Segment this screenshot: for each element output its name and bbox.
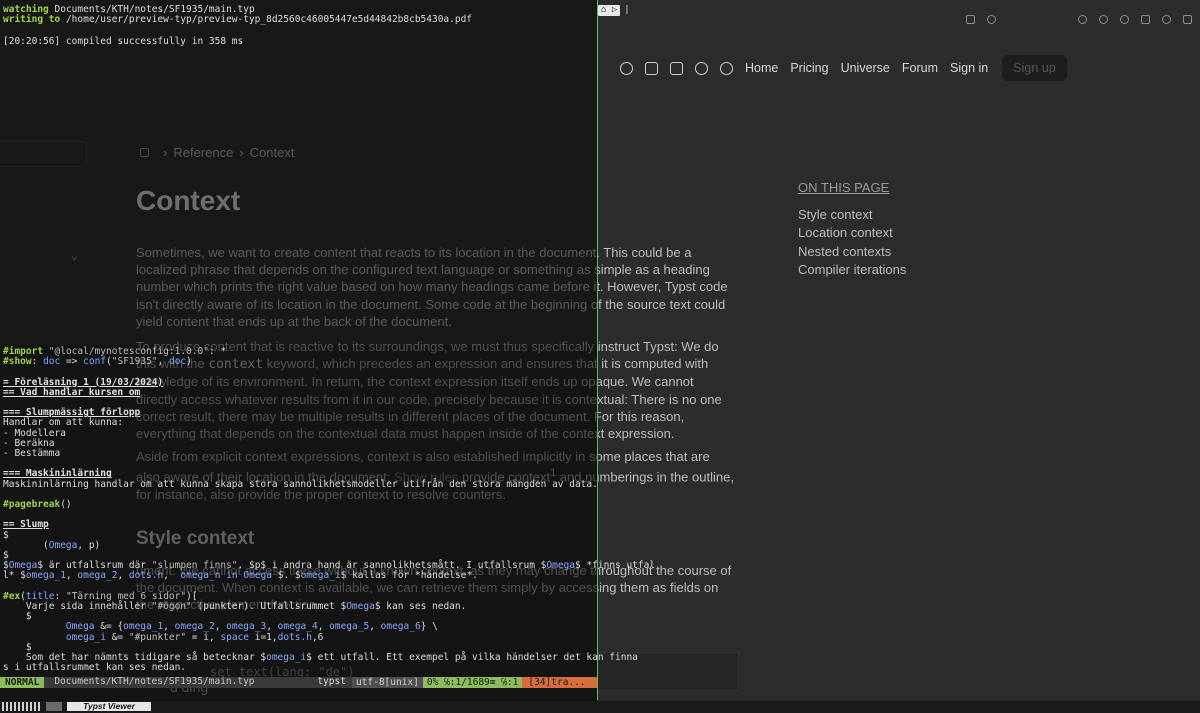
editor-line[interactable]: - Bestämma: [3, 448, 60, 459]
toc-item-style-context[interactable]: Style context: [798, 207, 906, 222]
editor-line[interactable]: Maskininlärning handlar om att kunna ska…: [3, 479, 598, 490]
toc-item-location-context[interactable]: Location context: [798, 225, 906, 240]
window-bar: Typst Viewer: [0, 701, 1200, 713]
pane-divider[interactable]: [597, 0, 598, 700]
editor-line[interactable]: s i utfallsrummet kan ses nedan.: [3, 662, 186, 673]
fediverse-icon[interactable]: [720, 61, 733, 75]
status-line: NORMAL Documents/KTH/notes/SF1935/main.t…: [0, 677, 597, 688]
write-line: writing to /home/user/preview-typ/previe…: [3, 14, 473, 25]
trailing-whitespace-warning: [34]tra...: [522, 677, 597, 688]
settings-icon[interactable]: [1162, 15, 1171, 24]
preview-pane-tabbar: ⌂ ▷ |: [598, 5, 630, 16]
toc-item-compiler-iterations[interactable]: Compiler iterations: [798, 262, 906, 277]
nav-pricing[interactable]: Pricing: [790, 61, 828, 75]
menu-icon[interactable]: [1183, 15, 1192, 24]
cursor-position: 0% ℅:1/1689≡ ℅:1: [422, 677, 523, 688]
nav-universe[interactable]: Universe: [841, 61, 890, 75]
file-path: Documents/KTH/notes/SF1935/main.typ: [54, 676, 255, 688]
toc-heading: ON THIS PAGE: [798, 180, 890, 195]
mode-indicator: NORMAL: [0, 677, 45, 688]
shield-icon[interactable]: [1078, 15, 1087, 24]
mastodon-icon[interactable]: [670, 61, 683, 75]
discord-icon[interactable]: [645, 61, 658, 75]
nav-forum[interactable]: Forum: [902, 61, 938, 75]
sign-up-button[interactable]: Sign up: [1002, 55, 1067, 81]
workspace-indicator-2[interactable]: [46, 702, 62, 711]
editor-line[interactable]: (Omega, p): [3, 540, 100, 551]
reader-icon[interactable]: [966, 15, 975, 24]
github-icon[interactable]: [620, 61, 633, 75]
account-icon[interactable]: [1120, 15, 1129, 24]
compile-status: [20:20:56] compiled successfully in 358 …: [3, 36, 244, 47]
editor-line[interactable]: l* $omega_1, omega_2, dots.h, omega_n in…: [3, 571, 478, 581]
download-icon[interactable]: [1099, 15, 1108, 24]
filetype: typst: [317, 676, 346, 688]
editor-line[interactable]: == Vad handlar kursen om: [3, 387, 140, 398]
toc-item-nested-contexts[interactable]: Nested contexts: [798, 244, 906, 259]
browser-toolbar-icons: [966, 15, 1192, 24]
workspace-indicator[interactable]: [2, 702, 40, 711]
editor-line[interactable]: == Slump: [3, 520, 49, 530]
editor-line[interactable]: #show: doc => conf("SF1935", doc): [3, 356, 192, 367]
editor-line[interactable]: Varje sida innehåller "#ögon" (punkter).…: [3, 601, 466, 612]
on-this-page: ON THIS PAGE Style context Location cont…: [798, 180, 906, 281]
terminal-pane[interactable]: watching Documents/KTH/notes/SF1935/main…: [0, 0, 655, 713]
typst-watch-output: [0, 0, 597, 345]
theme-icon[interactable]: [987, 15, 996, 24]
extensions-icon[interactable]: [1141, 15, 1150, 24]
preview-tab[interactable]: ⌂ ▷: [598, 5, 621, 16]
editor-line[interactable]: #pagebreak(): [3, 499, 72, 510]
cursor-marker: |: [624, 5, 630, 16]
typst-viewer-window-title[interactable]: Typst Viewer: [67, 702, 151, 711]
editor-line[interactable]: omega_i &= "#punkter" = i, space i=1,dot…: [3, 632, 323, 643]
bluesky-icon[interactable]: [695, 61, 708, 75]
top-nav: Home Pricing Universe Forum Sign in Sign…: [620, 55, 1067, 81]
nav-sign-in[interactable]: Sign in: [950, 61, 988, 75]
encoding: utf-8[unix]: [351, 677, 423, 688]
nav-home[interactable]: Home: [745, 61, 778, 75]
